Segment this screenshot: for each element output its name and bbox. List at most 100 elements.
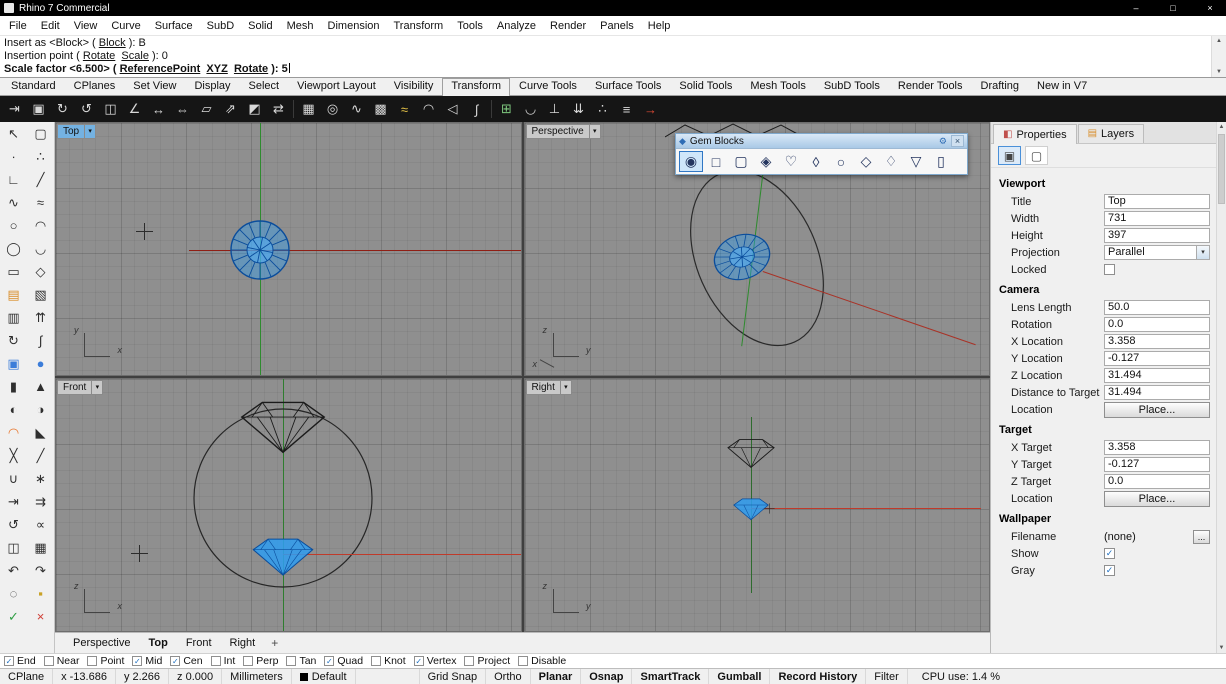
check-geometry-button[interactable]: ✓ bbox=[0, 605, 27, 628]
tab-drafting[interactable]: Drafting bbox=[972, 78, 1029, 95]
bend-button[interactable]: ◠ bbox=[417, 98, 440, 121]
tab-select[interactable]: Select bbox=[240, 78, 289, 95]
viewport-front-label[interactable]: Front bbox=[58, 381, 91, 394]
osnap-vertex-label[interactable]: Vertex bbox=[427, 655, 457, 667]
array-tool-button[interactable]: ▦ bbox=[27, 536, 54, 559]
chevron-down-icon[interactable]: ▾ bbox=[84, 125, 95, 138]
viewport-top-label[interactable]: Top bbox=[58, 125, 84, 138]
gem-princess-button[interactable]: □ bbox=[704, 151, 728, 172]
arc-button[interactable]: ◠ bbox=[27, 214, 54, 237]
polyline-button[interactable]: ∟ bbox=[0, 168, 27, 191]
new-viewport-tab-button[interactable]: + bbox=[265, 636, 284, 650]
delete-button[interactable]: × bbox=[27, 605, 54, 628]
align-button[interactable]: ≡ bbox=[615, 98, 638, 121]
chamfer-button[interactable]: ◣ bbox=[27, 421, 54, 444]
toggle-filter[interactable]: Filter bbox=[866, 669, 907, 684]
osnap-point-checkbox[interactable] bbox=[87, 656, 97, 666]
gem-octagon-button[interactable]: ◇ bbox=[854, 151, 878, 172]
osnap-quad-label[interactable]: Quad bbox=[337, 655, 363, 667]
viewport-tab-right[interactable]: Right bbox=[222, 633, 264, 653]
array-rectangular-button[interactable]: ▦ bbox=[297, 98, 320, 121]
gem-blocks-palette[interactable]: ◆ Gem Blocks ⚙ × ◉□▢◈♡◊○◇♢▽▯ bbox=[675, 133, 968, 175]
osnap-disable-label[interactable]: Disable bbox=[531, 655, 566, 667]
menu-subd[interactable]: SubD bbox=[200, 16, 242, 36]
distance-to-target-field[interactable]: 31.494 bbox=[1104, 385, 1210, 400]
gray-checkbox[interactable]: ✓ bbox=[1104, 565, 1115, 576]
gem-oval-button[interactable]: ○ bbox=[829, 151, 853, 172]
gem-blocks-titlebar[interactable]: ◆ Gem Blocks ⚙ × bbox=[676, 134, 967, 149]
gear-icon[interactable]: ⚙ bbox=[939, 136, 947, 147]
tab-cplanes[interactable]: CPlanes bbox=[65, 78, 125, 95]
tab-mesh-tools[interactable]: Mesh Tools bbox=[741, 78, 814, 95]
osnap-mid-label[interactable]: Mid bbox=[145, 655, 162, 667]
osnap-project-label[interactable]: Project bbox=[477, 655, 510, 667]
set-points-button[interactable]: ∴ bbox=[591, 98, 614, 121]
gem-emerald-button[interactable]: ▢ bbox=[729, 151, 753, 172]
gem-wireframe-front[interactable] bbox=[240, 398, 326, 455]
viewport-tab-perspective[interactable]: Perspective bbox=[65, 633, 138, 653]
browse-button[interactable]: ... bbox=[1193, 530, 1210, 544]
viewport-tab-top[interactable]: Top bbox=[140, 633, 175, 653]
join-button[interactable]: ∪ bbox=[0, 467, 27, 490]
osnap-end-checkbox[interactable]: ✓ bbox=[4, 656, 14, 666]
surface-corner-button[interactable]: ▧ bbox=[27, 283, 54, 306]
command-option-rotate[interactable]: Rotate bbox=[83, 50, 115, 62]
copy-tool-button[interactable]: ⇉ bbox=[27, 490, 54, 513]
tab-surface-tools[interactable]: Surface Tools bbox=[586, 78, 670, 95]
undo-button[interactable]: ↶ bbox=[0, 559, 27, 582]
toggle-grid-snap[interactable]: Grid Snap bbox=[420, 669, 487, 684]
panel-scrollbar[interactable]: ▲ ▼ bbox=[1216, 122, 1226, 653]
point-button[interactable]: ∙ bbox=[0, 145, 27, 168]
menu-render[interactable]: Render bbox=[543, 16, 593, 36]
tab-solid-tools[interactable]: Solid Tools bbox=[670, 78, 741, 95]
minimize-button[interactable]: – bbox=[1120, 0, 1152, 16]
menu-file[interactable]: File bbox=[2, 16, 34, 36]
rotate-3d-button[interactable]: ↺ bbox=[75, 98, 98, 121]
circle-button[interactable]: ○ bbox=[0, 214, 27, 237]
tab-display[interactable]: Display bbox=[185, 78, 239, 95]
toggle-planar[interactable]: Planar bbox=[531, 669, 582, 684]
menu-surface[interactable]: Surface bbox=[148, 16, 200, 36]
menu-analyze[interactable]: Analyze bbox=[490, 16, 543, 36]
lock-button[interactable]: ▪ bbox=[27, 582, 54, 605]
show-checkbox[interactable]: ✓ bbox=[1104, 548, 1115, 559]
point-cloud-button[interactable]: ∴ bbox=[27, 145, 54, 168]
array-polar-button[interactable]: ◎ bbox=[321, 98, 344, 121]
x-target-field[interactable]: 3.358 bbox=[1104, 440, 1210, 455]
ellipse-button[interactable]: ◯ bbox=[0, 237, 27, 260]
rotation-field[interactable]: 0.0 bbox=[1104, 317, 1210, 332]
toggle-gumball[interactable]: Gumball bbox=[709, 669, 770, 684]
osnap-perp-label[interactable]: Perp bbox=[256, 655, 278, 667]
z-target-field[interactable]: 0.0 bbox=[1104, 474, 1210, 489]
panel-tab-properties[interactable]: ◧Properties bbox=[993, 124, 1077, 144]
osnap-tan-checkbox[interactable] bbox=[286, 656, 296, 666]
pull-button[interactable]: ⇊ bbox=[567, 98, 590, 121]
gem-trillion-button[interactable]: ▽ bbox=[904, 151, 928, 172]
scale-2d-button[interactable]: ⇔ bbox=[171, 98, 194, 121]
z-location-field[interactable]: 31.494 bbox=[1104, 368, 1210, 383]
box-button[interactable]: ▣ bbox=[0, 352, 27, 375]
viewport-front-title-menu[interactable]: Front ▾ bbox=[57, 380, 103, 395]
panel-tab-layers[interactable]: ▤Layers bbox=[1078, 124, 1144, 143]
menu-mesh[interactable]: Mesh bbox=[280, 16, 321, 36]
osnap-knot-label[interactable]: Knot bbox=[384, 655, 406, 667]
close-button[interactable]: × bbox=[1194, 0, 1226, 16]
chevron-down-icon[interactable]: ▾ bbox=[560, 381, 571, 394]
command-option-xyz[interactable]: XYZ bbox=[206, 63, 227, 75]
lens-length-field[interactable]: 50.0 bbox=[1104, 300, 1210, 315]
move-button[interactable]: ⇥ bbox=[3, 98, 26, 121]
osnap-int-checkbox[interactable] bbox=[211, 656, 221, 666]
command-option-scale[interactable]: Scale bbox=[121, 50, 149, 62]
rotate-button[interactable]: ↻ bbox=[51, 98, 74, 121]
scale-button[interactable]: ∠ bbox=[123, 98, 146, 121]
tab-set-view[interactable]: Set View bbox=[124, 78, 185, 95]
explode-button[interactable]: ∗ bbox=[27, 467, 54, 490]
twist-button[interactable]: ≈ bbox=[393, 98, 416, 121]
viewport-perspective-title-menu[interactable]: Perspective ▾ bbox=[526, 124, 601, 139]
viewport-top[interactable]: Top ▾ y x bbox=[55, 122, 522, 376]
conic-button[interactable]: ◡ bbox=[27, 237, 54, 260]
menu-tools[interactable]: Tools bbox=[450, 16, 490, 36]
scroll-up-icon[interactable]: ▲ bbox=[1219, 124, 1225, 130]
cylinder-button[interactable]: ▮ bbox=[0, 375, 27, 398]
osnap-quad-checkbox[interactable]: ✓ bbox=[324, 656, 334, 666]
